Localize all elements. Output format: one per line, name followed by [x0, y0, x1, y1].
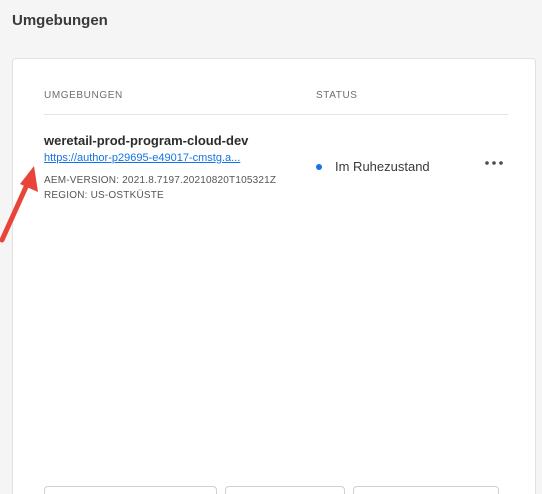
column-header-environments: UMGEBUNGEN [44, 90, 123, 101]
aem-version-text: AEM-VERSION: 2021.8.7197.20210820T105321… [44, 175, 277, 186]
bottom-button-3[interactable] [353, 486, 499, 494]
status-text: Im Ruhezustand [335, 159, 430, 174]
page-title: Umgebungen [12, 12, 108, 29]
column-header-status: STATUS [316, 90, 358, 101]
arrow-up-right-icon [0, 166, 38, 243]
status-indicator: Im Ruhezustand [316, 159, 430, 174]
more-actions-button[interactable] [483, 155, 505, 171]
environments-card: UMGEBUNGEN STATUS weretail-prod-program-… [12, 58, 536, 494]
header-divider [44, 114, 508, 115]
more-horizontal-icon [485, 161, 503, 165]
page: Umgebungen UMGEBUNGEN STATUS weretail-pr… [0, 0, 542, 494]
bottom-button-1[interactable] [44, 486, 217, 494]
region-text: REGION: US-OSTKÜSTE [44, 190, 164, 201]
environment-url-link[interactable]: https://author-p29695-e49017-cmstg.a... [44, 152, 240, 164]
status-dot-icon [316, 163, 322, 170]
environment-name: weretail-prod-program-cloud-dev [44, 133, 249, 148]
bottom-button-2[interactable] [225, 486, 345, 494]
table-row: weretail-prod-program-cloud-dev https://… [44, 131, 508, 211]
